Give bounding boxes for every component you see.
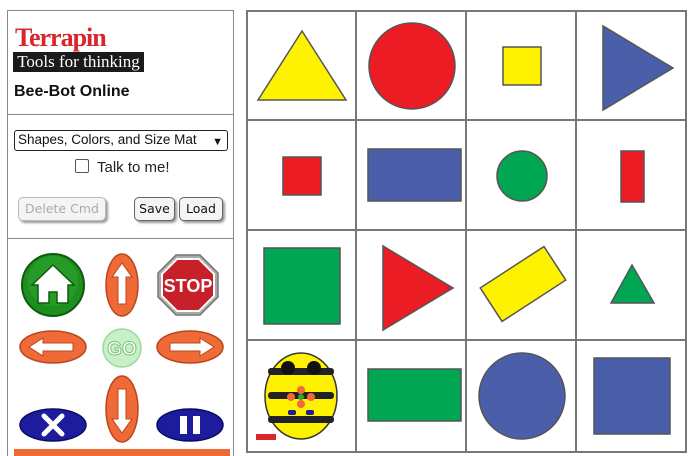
red-square-shape — [282, 156, 322, 196]
mat-cell — [578, 342, 686, 450]
go-label: GO — [107, 339, 137, 360]
mat-cell — [468, 232, 576, 340]
mat-cell — [578, 232, 686, 340]
mat-cell — [358, 12, 466, 120]
mat-select[interactable]: Shapes, Colors, and Size Mat ▼ — [14, 130, 228, 151]
talk-toggle[interactable]: Talk to me! — [75, 159, 170, 176]
red-circle-shape — [368, 22, 456, 110]
logo-brand: Terrapin — [15, 23, 107, 52]
green-square-shape — [263, 247, 341, 325]
yellow-rectangle-tilted-shape — [479, 245, 567, 323]
forward-button[interactable] — [104, 252, 140, 318]
mat-cell — [468, 342, 576, 450]
home-button[interactable] — [20, 253, 86, 317]
yellow-square-shape — [502, 46, 542, 86]
go-button[interactable]: GO — [102, 328, 142, 368]
stop-label: STOP — [164, 276, 213, 296]
talk-label: Talk to me! — [97, 159, 170, 176]
command-strip — [14, 449, 230, 456]
terrapin-logo: Terrapin Tools for thinking — [13, 23, 145, 72]
green-triangle-shape — [609, 263, 656, 304]
mat-cell — [358, 342, 466, 450]
talk-checkbox[interactable] — [75, 159, 89, 173]
blue-rectangle-shape — [367, 148, 462, 202]
backward-button[interactable] — [104, 373, 140, 445]
turn-left-button[interactable] — [18, 329, 88, 365]
mat-select-value: Shapes, Colors, and Size Mat — [18, 132, 197, 147]
stop-button[interactable]: STOP — [156, 253, 220, 317]
app-title: Bee-Bot Online — [14, 83, 130, 100]
mat-cell — [358, 122, 466, 230]
control-panel: Terrapin Tools for thinking Bee-Bot Onli… — [7, 10, 234, 456]
bee-bot-robot[interactable] — [256, 352, 338, 440]
mat-cell — [578, 122, 686, 230]
green-circle-shape — [496, 150, 548, 202]
turn-right-button[interactable] — [155, 329, 225, 365]
delete-cmd-button[interactable]: Delete Cmd — [18, 197, 106, 221]
mat-cell — [248, 342, 356, 450]
load-button[interactable]: Load — [179, 197, 223, 221]
mat-cell — [468, 12, 576, 120]
green-rectangle-shape — [367, 368, 462, 422]
blue-square-shape — [593, 357, 671, 435]
blue-triangle-right-shape — [602, 24, 675, 112]
mat-cell — [248, 12, 356, 120]
bee-bot-mat — [246, 10, 687, 453]
clear-button[interactable] — [18, 407, 88, 443]
mat-cell — [358, 232, 466, 340]
blue-circle-shape — [478, 352, 566, 440]
save-button[interactable]: Save — [134, 197, 175, 221]
yellow-triangle-shape — [256, 29, 348, 101]
pause-button[interactable] — [155, 407, 225, 443]
mat-cell — [248, 122, 356, 230]
chevron-down-icon: ▼ — [212, 136, 223, 148]
red-rectangle-vertical-shape — [620, 150, 645, 203]
divider — [8, 114, 233, 115]
red-triangle-right-shape — [382, 244, 455, 332]
divider — [8, 238, 233, 239]
mat-cell — [468, 122, 576, 230]
mat-cell — [248, 232, 356, 340]
logo-tagline: Tools for thinking — [13, 52, 144, 72]
mat-cell — [578, 12, 686, 120]
